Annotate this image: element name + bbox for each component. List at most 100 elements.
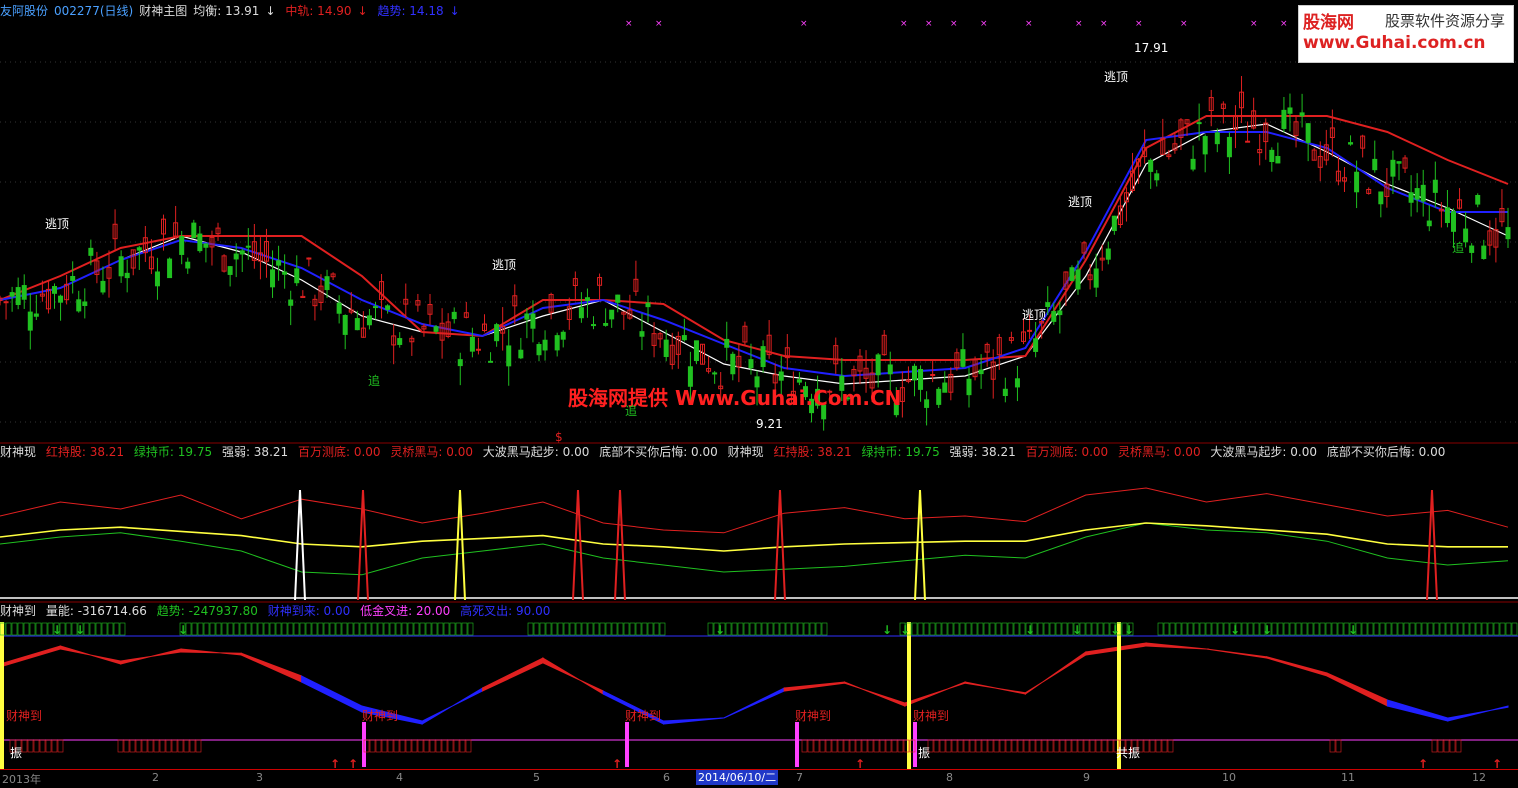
green-box [1469,622,1476,636]
green-box [1439,622,1446,636]
red-box [381,739,388,753]
green-box [323,622,330,636]
candle-body [1190,158,1196,170]
green-box [209,622,216,636]
red-box [831,739,838,753]
candle-body [385,305,391,310]
candle-body [1426,220,1432,227]
red-box [1443,739,1450,753]
candle-body [1002,388,1008,397]
candle-body [760,346,766,368]
main-header: 友阿股份 002277(日线) 财神主图 均衡: 13.91 ↓ 中轨: 14.90 ↓ … [0,3,466,19]
green-box [1157,622,1164,636]
candle-body [936,388,942,405]
candle-body [1202,136,1208,155]
candle-body [1105,248,1111,260]
green-box [1049,622,1056,636]
candle-body [603,323,609,326]
red-box [141,739,148,753]
green-box [11,622,18,636]
green-box [197,622,204,636]
candle-body [136,247,142,251]
green-box [233,622,240,636]
red-box [1101,739,1108,753]
green-box [1391,622,1398,636]
candle-body [1432,179,1438,193]
red-box [1029,739,1036,753]
red-box [417,739,424,753]
low-trend: 趋势: -247937.80 [156,604,258,618]
candle-body [591,324,597,327]
red-box [1053,739,1060,753]
green-box [371,622,378,636]
green-box [215,622,222,636]
x-tick-label: 12 [1472,771,1486,784]
green-box [1301,622,1308,636]
candle-body [918,368,924,390]
candle-body [336,302,342,314]
candle-body [1299,112,1305,117]
green-box [29,622,36,636]
green-box [245,622,252,636]
candle-body [1287,107,1293,114]
candle-body [185,261,191,269]
red-box [843,739,850,753]
red-box [1077,739,1084,753]
green-box [407,622,414,636]
red-box [1335,739,1342,753]
candle-body [354,318,360,331]
arrow-down-icon: ↓ [1072,623,1082,637]
red-box [999,739,1006,753]
logo-cn: 股海网 [1303,13,1354,33]
energy-band [120,648,182,665]
candle-body [1057,310,1063,316]
candle-body [1275,156,1281,164]
stock-name[interactable]: 友阿股份 [0,4,48,18]
red-box [399,739,406,753]
green-box [95,622,102,636]
green-box [1511,622,1518,636]
candle-body [1245,140,1251,143]
big-wave: 大波黑马起步: 0.00 [482,445,590,459]
green-box [1271,622,1278,636]
red-box [1065,739,1072,753]
candle-body [554,335,560,351]
candle-body [179,236,185,255]
green-box [35,622,42,636]
red-box [873,739,880,753]
green-box [563,622,570,636]
red-box [939,739,946,753]
regret-2: 底部不买你后悔: 0.00 [1326,445,1446,459]
energy-band [1326,672,1388,707]
green-box [65,622,72,636]
red-box [933,739,940,753]
red-box [1329,739,1336,753]
red-box [807,739,814,753]
trend-value: 趋势: 14.18 [377,4,444,18]
candle-body [1420,184,1426,202]
logo-url: www.Guhai.com.cn [1303,33,1486,53]
green-box [1277,622,1284,636]
red-box [465,739,472,753]
green-box [1433,622,1440,636]
candle-body [451,311,457,320]
green-box [815,622,822,636]
green-box [1217,622,1224,636]
green-box [965,622,972,636]
candle-body [58,295,64,303]
green-box [755,622,762,636]
green-box [317,622,324,636]
candle-body [70,275,76,281]
chase-label: 追 [625,404,638,418]
candle-body [1045,302,1051,308]
dollar-mark: $ [555,430,563,444]
green-box [923,622,930,636]
cross-mark: × [950,19,958,29]
green-box [359,622,366,636]
green-box [1169,622,1176,636]
red-box [969,739,976,753]
candle-body [584,297,590,301]
red-box [45,739,52,753]
series-line-0 [0,123,1509,385]
red-box [27,739,34,753]
